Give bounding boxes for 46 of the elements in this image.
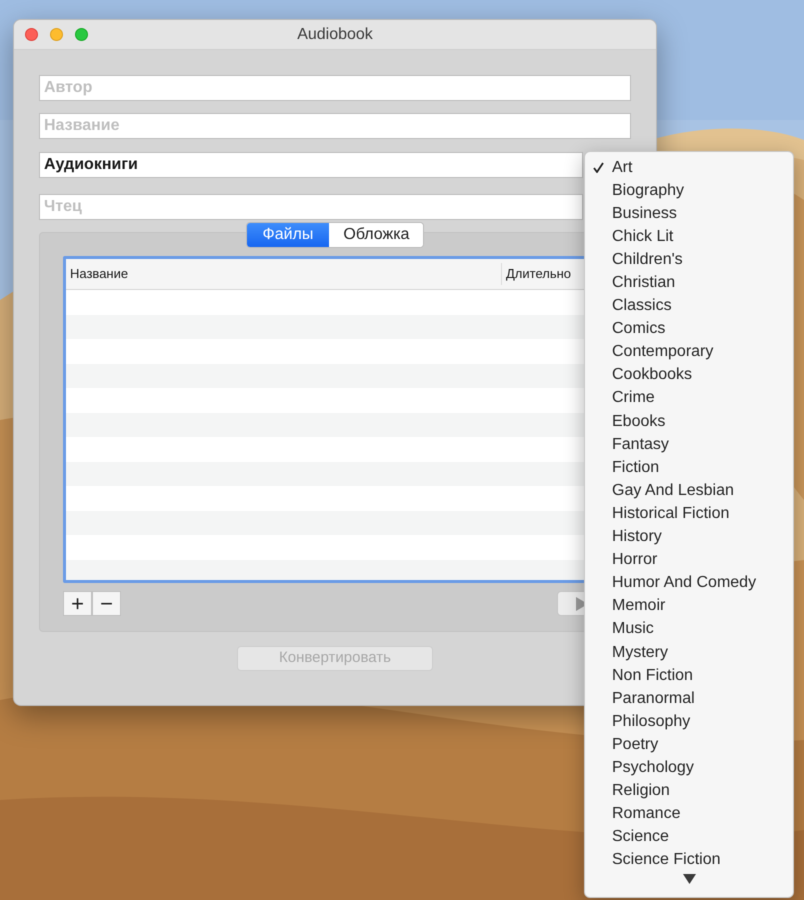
menu-item[interactable]: Christian [585, 271, 793, 295]
menu-item[interactable]: Chick Lit [585, 225, 793, 248]
window-title: Audiobook [297, 24, 373, 44]
menu-item[interactable]: Business [585, 202, 793, 226]
menu-item[interactable]: Crime [585, 386, 793, 410]
menu-item[interactable]: Historical Fiction [585, 502, 793, 526]
menu-item[interactable]: Children's [585, 248, 793, 272]
menu-item[interactable]: Gay And Lesbian [585, 479, 793, 502]
input-field[interactable]: Аудиокниги [39, 152, 583, 178]
menu-item[interactable]: Classics [585, 294, 793, 318]
menu-item[interactable]: Paranormal [585, 687, 793, 710]
menu-item[interactable]: History [585, 526, 793, 549]
menu-item[interactable]: Art [585, 156, 793, 180]
check-icon [593, 162, 604, 174]
menu-item[interactable]: Biography [585, 179, 793, 202]
column-header: Длительно [506, 265, 572, 284]
close-button[interactable] [25, 28, 38, 41]
menu-item[interactable]: Ebooks [585, 410, 793, 434]
menu-item[interactable]: Psychology [585, 756, 793, 780]
remove-button[interactable]: − [92, 591, 121, 616]
menu-item[interactable]: Romance [585, 802, 793, 826]
add-button[interactable]: + [63, 591, 92, 616]
menu-item[interactable]: Music [585, 618, 793, 641]
input-field[interactable]: Название [39, 113, 631, 139]
menu-item[interactable]: Philosophy [585, 710, 793, 734]
minimize-button[interactable] [50, 28, 63, 41]
scroll-down-arrow-icon [682, 874, 696, 884]
menu-item[interactable]: Poetry [585, 733, 793, 756]
column-header: Название [70, 265, 128, 284]
zoom-button[interactable] [75, 28, 88, 41]
menu-item[interactable]: Horror [585, 548, 793, 572]
tab[interactable]: Файлы [246, 223, 330, 247]
menu-item[interactable]: Memoir [585, 594, 793, 618]
menu-item[interactable]: Fiction [585, 456, 793, 480]
menu-item[interactable]: Religion [585, 780, 793, 803]
menu-item[interactable]: Humor And Comedy [585, 572, 793, 595]
menu-item[interactable]: Contemporary [585, 340, 793, 364]
menu-item[interactable]: Science Fiction [585, 848, 793, 872]
input-field[interactable]: Чтец [39, 194, 583, 220]
menu-item[interactable]: Fantasy [585, 433, 793, 456]
menu-item[interactable]: Mystery [585, 640, 793, 664]
menu-item[interactable]: Non Fiction [585, 664, 793, 688]
input-field[interactable]: Автор [39, 75, 631, 101]
menu-item[interactable]: Comics [585, 318, 793, 341]
menu-item[interactable]: Science [585, 826, 793, 849]
menu-item[interactable]: Cookbooks [585, 364, 793, 387]
